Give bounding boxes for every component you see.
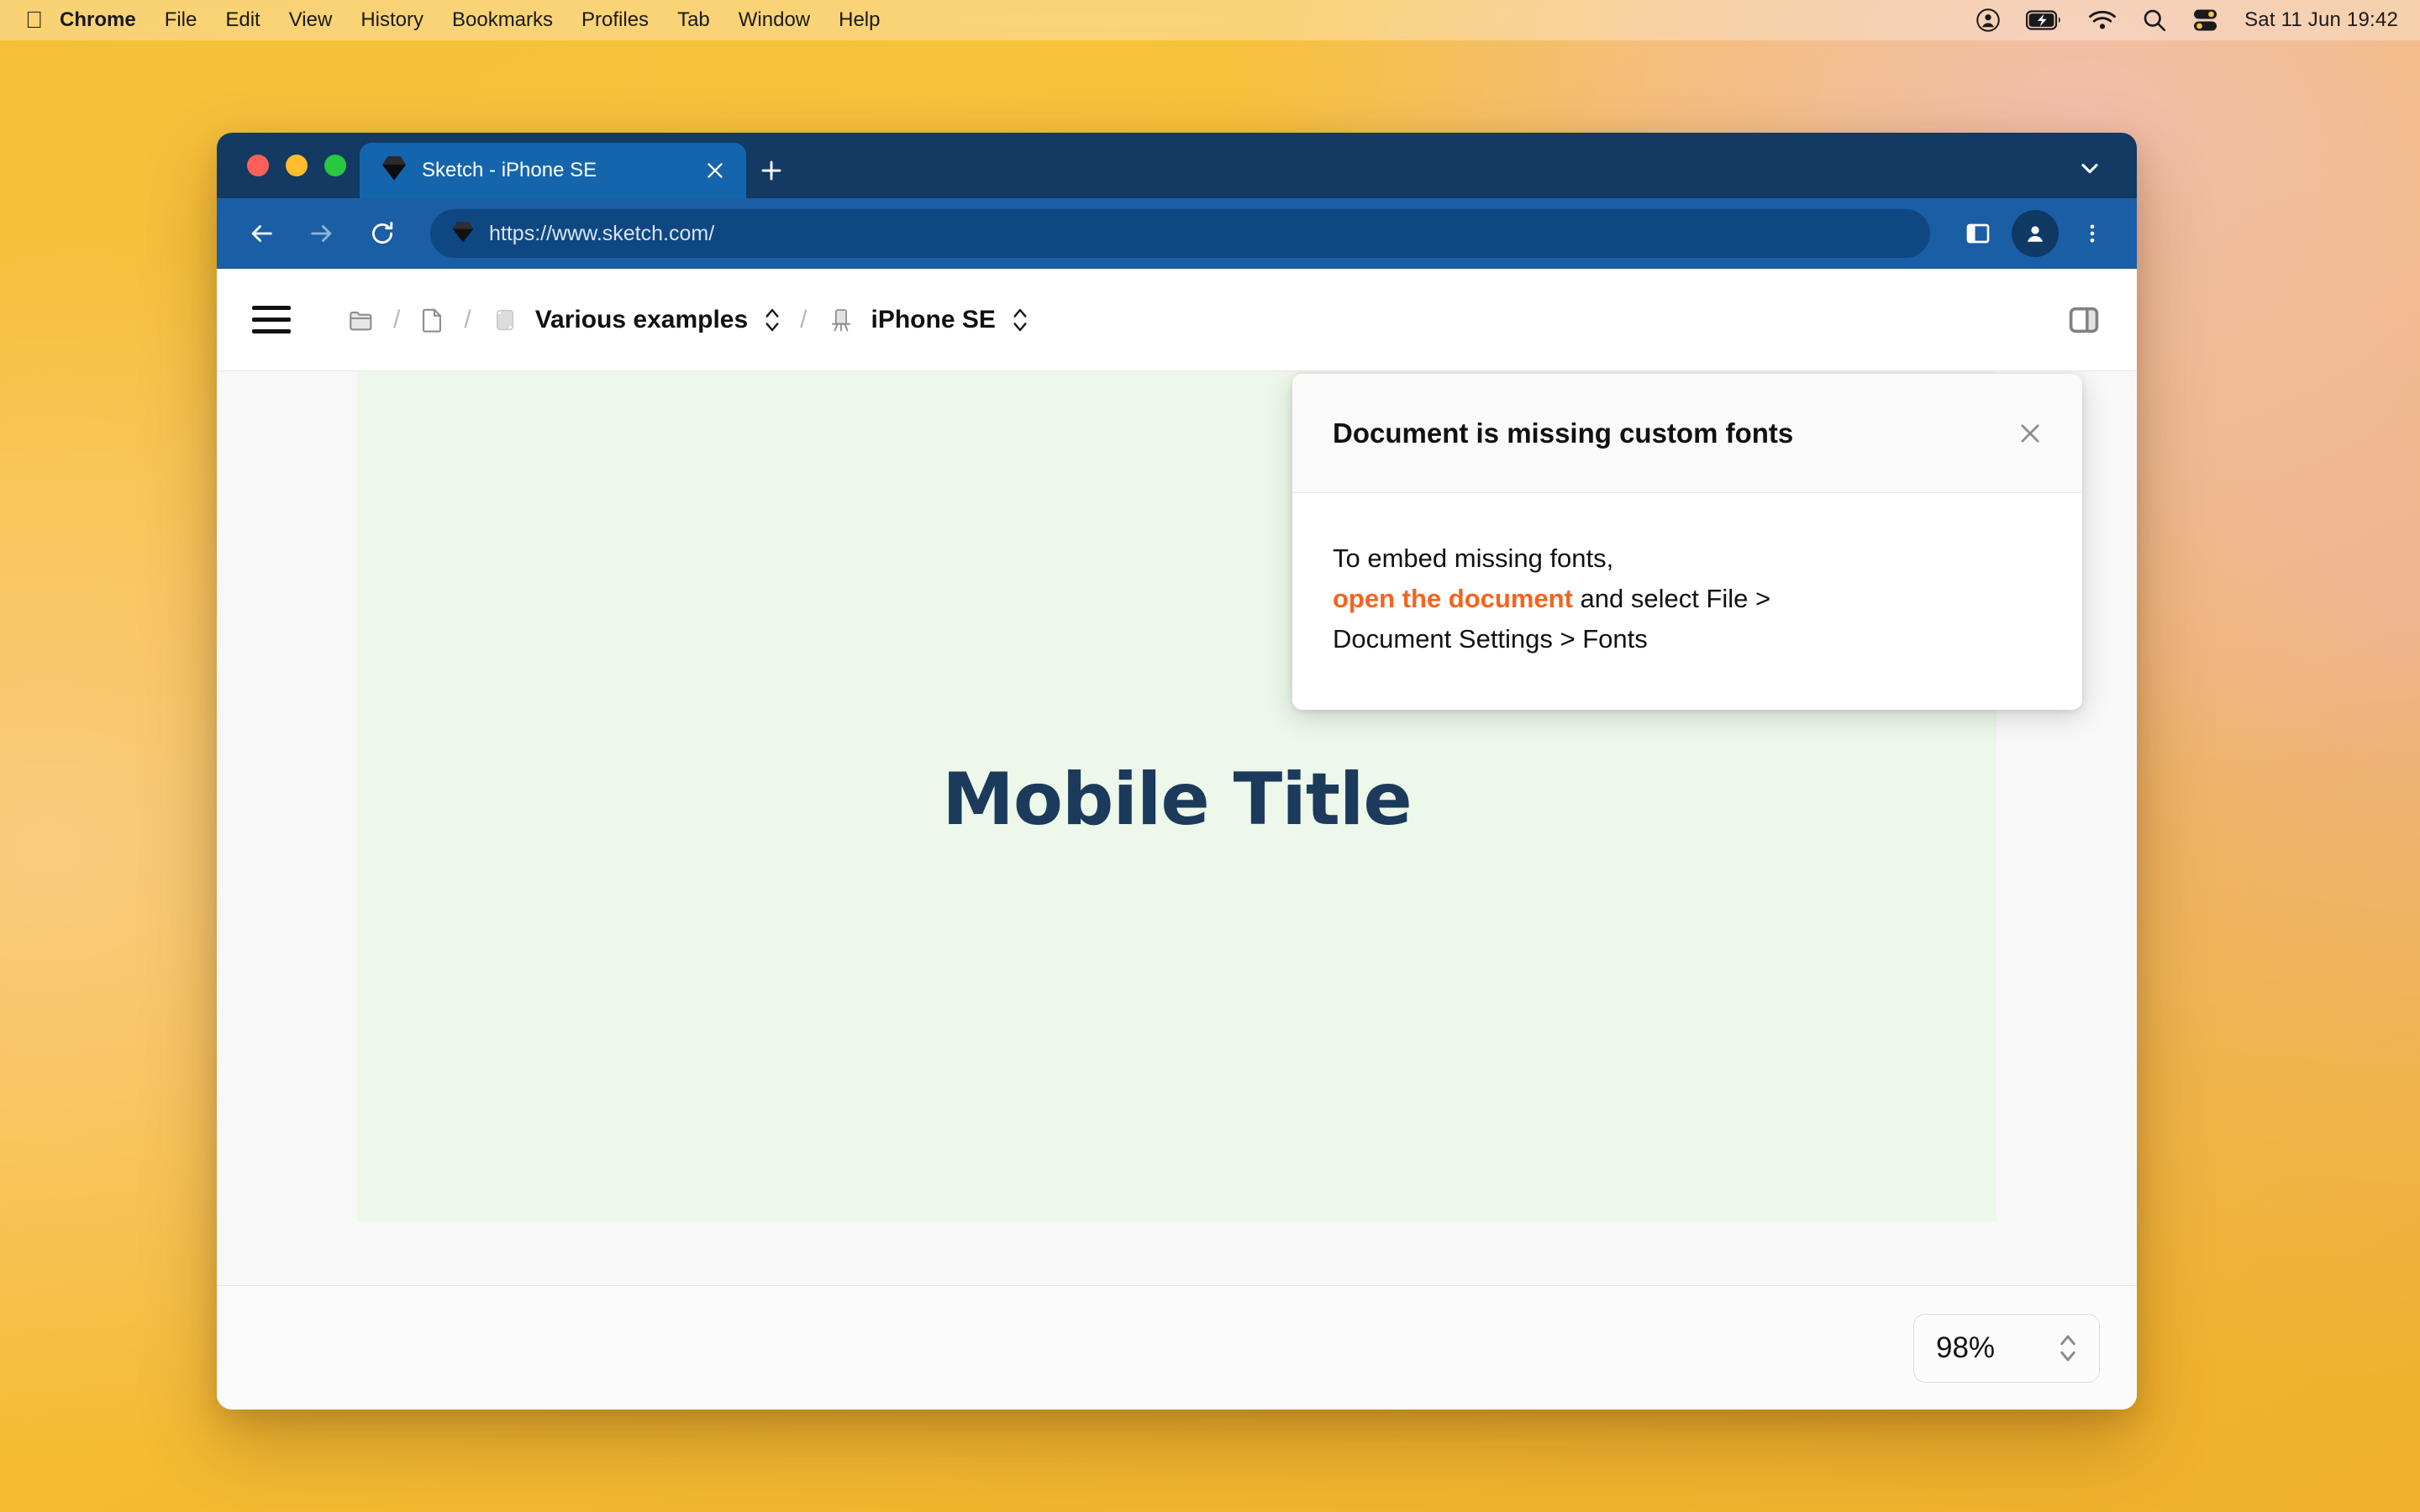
- breadcrumb-separator: /: [450, 306, 484, 334]
- macos-menu-bar:  Chrome File Edit View History Bookmark…: [0, 0, 2420, 40]
- sketch-web-app: / /: [217, 269, 2137, 1410]
- breadcrumb-page-label: Various examples: [535, 306, 748, 334]
- three-dot-menu-icon[interactable]: [2068, 209, 2117, 258]
- menu-item-tab[interactable]: Tab: [663, 0, 724, 40]
- breadcrumb-separator: /: [380, 306, 413, 334]
- browser-tab-title: Sketch - iPhone SE: [422, 159, 686, 182]
- avatar[interactable]: [2012, 210, 2059, 257]
- dialog-body: To embed missing fonts, open the documen…: [1292, 493, 2082, 710]
- apple-logo-icon[interactable]: : [25, 0, 50, 40]
- dialog-body-line-1: To embed missing fonts,: [1333, 538, 2042, 579]
- side-panel-icon[interactable]: [1954, 209, 2002, 258]
- window-traffic-lights: [237, 133, 360, 198]
- dialog-header: Document is missing custom fonts: [1292, 374, 2082, 493]
- breadcrumb-artboard-label: iPhone SE: [871, 306, 996, 334]
- close-tab-button[interactable]: [701, 156, 729, 185]
- menu-bar-status-group: Sat 11 Jun 19:42: [1975, 8, 2398, 33]
- reload-button[interactable]: [356, 207, 408, 260]
- menu-item-bookmarks[interactable]: Bookmarks: [438, 0, 567, 40]
- maximize-window-button[interactable]: [324, 155, 346, 176]
- menu-item-edit[interactable]: Edit: [211, 0, 274, 40]
- breadcrumb-artboard[interactable]: iPhone SE: [821, 301, 1034, 339]
- breadcrumb-page[interactable]: Various examples: [485, 301, 786, 339]
- browser-toolbar: https://www.sketch.com/: [217, 198, 2137, 269]
- zoom-stepper[interactable]: 98%: [1913, 1314, 2100, 1383]
- sketch-status-bar: 98%: [217, 1285, 2137, 1410]
- menu-item-file[interactable]: File: [150, 0, 212, 40]
- user-circle-icon[interactable]: [1975, 8, 2001, 33]
- wifi-icon[interactable]: [2088, 9, 2117, 31]
- updown-chevron-icon[interactable]: [1007, 301, 1033, 339]
- menu-bar-left-group:  Chrome File Edit View History Bookmark…: [25, 0, 894, 40]
- missing-fonts-dialog: Document is missing custom fonts To embe…: [1292, 374, 2082, 710]
- updown-chevron-icon[interactable]: [760, 301, 785, 339]
- sketch-diamond-icon: [452, 220, 474, 248]
- chevron-down-icon[interactable]: [2073, 151, 2107, 185]
- sketch-diamond-icon: [381, 155, 407, 187]
- menu-item-profiles[interactable]: Profiles: [567, 0, 663, 40]
- hamburger-menu-icon[interactable]: [252, 297, 299, 344]
- open-the-document-link[interactable]: open the document: [1333, 584, 1573, 613]
- breadcrumb: / /: [343, 301, 1034, 339]
- search-icon[interactable]: [2142, 8, 2167, 33]
- battery-charging-icon[interactable]: [2026, 9, 2063, 31]
- menu-item-help[interactable]: Help: [824, 0, 894, 40]
- address-bar[interactable]: https://www.sketch.com/: [430, 209, 1930, 258]
- menu-item-history[interactable]: History: [346, 0, 438, 40]
- sketch-top-bar: / /: [217, 269, 2137, 371]
- menu-bar-clock[interactable]: Sat 11 Jun 19:42: [2244, 8, 2398, 32]
- sketch-top-bar-right: [2060, 296, 2108, 344]
- profile-avatar-icon[interactable]: [2011, 209, 2060, 258]
- artboard-title-text: Mobile Title: [357, 758, 1996, 842]
- browser-tab-strip: Sketch - iPhone SE: [217, 133, 2137, 198]
- menu-item-window[interactable]: Window: [724, 0, 824, 40]
- control-center-icon[interactable]: [2192, 8, 2219, 32]
- artboard-page-icon: [487, 302, 523, 339]
- close-icon[interactable]: [2007, 410, 2054, 457]
- menu-item-view[interactable]: View: [275, 0, 347, 40]
- dialog-body-line-2-rest: and select File >: [1573, 584, 1770, 613]
- address-bar-url: https://www.sketch.com/: [489, 222, 714, 246]
- document-icon[interactable]: [413, 302, 450, 339]
- folder-icon[interactable]: [343, 302, 380, 339]
- dialog-body-line-3: Document Settings > Fonts: [1333, 619, 2042, 659]
- desktop-wallpaper:  Chrome File Edit View History Bookmark…: [0, 0, 2420, 1512]
- menu-item-chrome[interactable]: Chrome: [50, 0, 150, 40]
- artboard-easel-icon: [823, 302, 860, 339]
- minimize-window-button[interactable]: [286, 155, 308, 176]
- chrome-browser-window: Sketch - iPhone SE: [217, 133, 2137, 1410]
- new-tab-button[interactable]: [746, 143, 797, 198]
- zoom-level-value: 98%: [1936, 1331, 2054, 1365]
- forward-button[interactable]: [296, 207, 348, 260]
- back-button[interactable]: [235, 207, 287, 260]
- close-window-button[interactable]: [247, 155, 269, 176]
- right-panel-toggle-icon[interactable]: [2060, 296, 2108, 344]
- breadcrumb-separator: /: [786, 306, 820, 334]
- browser-tab-sketch[interactable]: Sketch - iPhone SE: [360, 143, 746, 198]
- dialog-body-line-2: open the document and select File >: [1333, 579, 2042, 619]
- sketch-canvas[interactable]: Mobile Title Document is missing custom …: [217, 371, 2137, 1285]
- updown-chevron-icon[interactable]: [2054, 1326, 2082, 1371]
- dialog-title: Document is missing custom fonts: [1333, 417, 2007, 449]
